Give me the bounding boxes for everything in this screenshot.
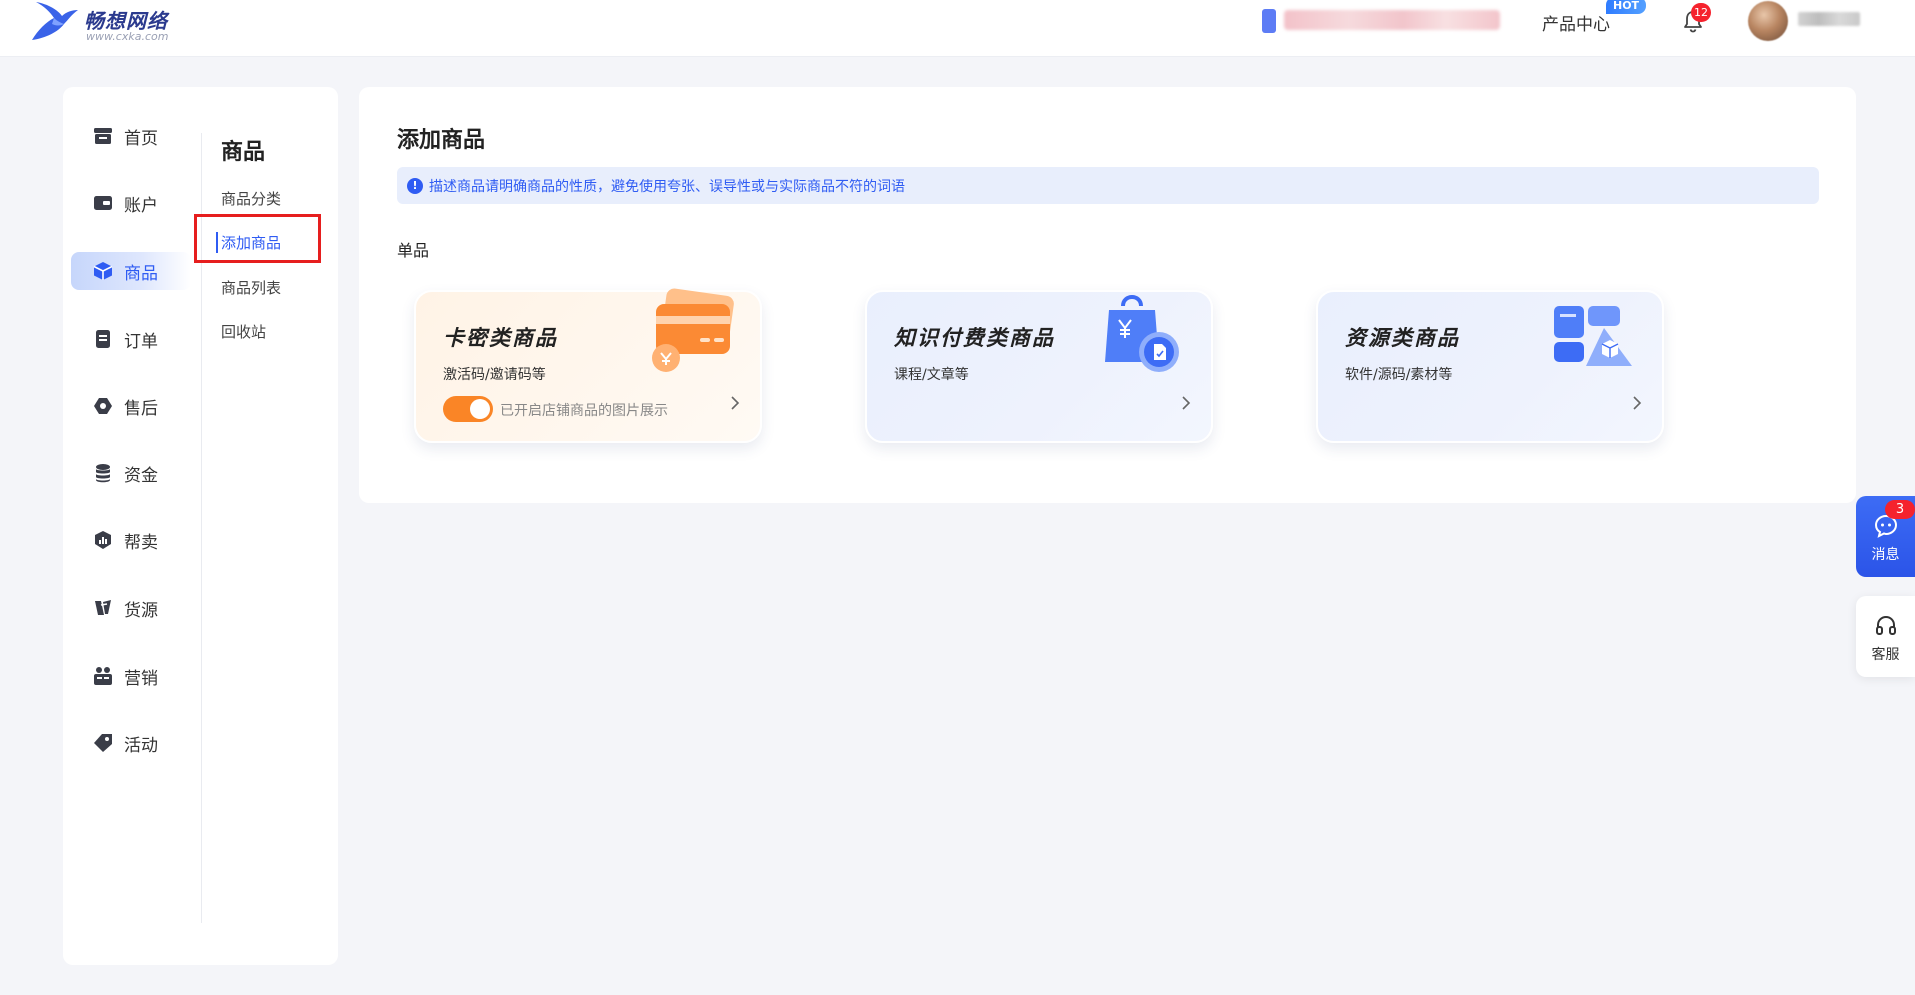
resource-product-card[interactable]: 资源类商品 软件/源码/素材等 — [1316, 290, 1664, 443]
wallet-icon — [92, 192, 114, 214]
after-sales-icon — [92, 395, 114, 417]
left-panel: 首页 账户 商品 订单 售后 资金 帮卖 货源 营销 活动 商品 商品分类 添加… — [63, 87, 338, 965]
store-icon — [92, 125, 114, 147]
page-title: 添加商品 — [397, 128, 486, 153]
sidebar-item-label: 活动 — [124, 735, 158, 756]
sidebar-item-label: 售后 — [124, 398, 158, 419]
subnav-item-recycle-bin[interactable]: 回收站 — [221, 321, 266, 342]
blurred-username[interactable] — [1798, 12, 1860, 26]
product-center-link[interactable]: 产品中心 — [1542, 10, 1610, 35]
sidebar-item-label: 账户 — [124, 195, 158, 216]
sidebar-item-after-sales[interactable]: 售后 — [71, 387, 191, 425]
chevron-right-icon[interactable] — [1179, 396, 1193, 410]
avatar[interactable] — [1748, 1, 1788, 41]
tag-icon — [92, 732, 114, 754]
card-title: 卡密类商品 — [443, 326, 558, 350]
main-content: 添加商品 ! 描述商品请明确商品的性质，避免使用夸张、误导性或与实际商品不符的词… — [359, 87, 1856, 503]
cube-icon — [92, 260, 114, 282]
shield-chart-icon — [92, 529, 114, 551]
chevron-right-icon[interactable] — [1630, 396, 1644, 410]
sidebar-item-label: 资金 — [124, 465, 158, 486]
notification-badge: 12 — [1691, 3, 1711, 22]
shopping-bag-icon — [1105, 295, 1179, 372]
sidebar-item-label: 营销 — [124, 668, 158, 689]
knowledge-product-card[interactable]: 知识付费类商品 课程/文章等 — [865, 290, 1213, 443]
supply-icon — [92, 597, 114, 619]
sidebar-item-label: 首页 — [124, 128, 158, 149]
brand-logo[interactable]: 畅想网络 www.cxka.com — [28, 0, 188, 48]
blurred-account-info[interactable] — [1284, 10, 1500, 30]
notice-text: 描述商品请明确商品的性质，避免使用夸张、误导性或与实际商品不符的词语 — [429, 178, 905, 195]
card-key-product-card[interactable]: 卡密类商品 激活码/邀请码等 已开启店铺商品的图片展示 — [414, 288, 762, 443]
sidebar-item-label: 订单 — [124, 331, 158, 352]
toggle-knob — [470, 399, 490, 419]
subnav-item-product-list[interactable]: 商品列表 — [221, 277, 281, 298]
card-title: 知识付费类商品 — [894, 326, 1055, 350]
subnav-item-category[interactable]: 商品分类 — [221, 188, 281, 209]
chevron-right-icon[interactable] — [728, 396, 742, 410]
message-label: 消息 — [1871, 547, 1900, 563]
image-display-toggle[interactable] — [443, 396, 493, 422]
sidebar-item-products[interactable]: 商品 — [71, 252, 191, 290]
notice-bar: ! 描述商品请明确商品的性质，避免使用夸张、误导性或与实际商品不符的词语 — [397, 167, 1819, 204]
sidebar-item-activity[interactable]: 活动 — [71, 724, 191, 762]
marketing-icon — [92, 665, 114, 687]
resource-blocks-icon — [1554, 306, 1632, 366]
coins-icon — [92, 462, 114, 484]
sidebar-item-label: 帮卖 — [124, 532, 158, 553]
service-label: 客服 — [1871, 647, 1900, 663]
sidebar-item-home[interactable]: 首页 — [71, 117, 191, 155]
phone-icon — [1262, 9, 1276, 33]
info-icon: ! — [407, 177, 423, 194]
card-subtitle: 软件/源码/素材等 — [1345, 367, 1453, 383]
sidebar-item-orders[interactable]: 订单 — [71, 320, 191, 358]
hot-badge: HOT — [1606, 0, 1647, 14]
message-count-badge: 3 — [1885, 500, 1915, 519]
top-header: 畅想网络 www.cxka.com 产品中心 HOT 12 — [0, 0, 1915, 57]
order-icon — [92, 328, 114, 350]
customer-service-float-button[interactable]: 客服 — [1856, 596, 1915, 677]
highlight-box — [194, 214, 321, 263]
sidebar-item-label: 商品 — [124, 263, 158, 284]
sidebar-item-supply[interactable]: 货源 — [71, 589, 191, 627]
brand-url: www.cxka.com — [86, 30, 169, 43]
card-title: 资源类商品 — [1345, 326, 1460, 350]
subnav-title: 商品 — [221, 140, 266, 165]
sidebar-item-account[interactable]: 账户 — [71, 184, 191, 222]
sidebar-item-funds[interactable]: 资金 — [71, 454, 191, 492]
section-label: 单品 — [397, 241, 430, 260]
credit-card-icon — [652, 288, 734, 372]
card-subtitle: 课程/文章等 — [894, 367, 969, 383]
sidebar-item-help-sell[interactable]: 帮卖 — [71, 521, 191, 559]
headset-icon — [1876, 615, 1896, 635]
sidebar-item-label: 货源 — [124, 600, 158, 621]
sidebar-item-marketing[interactable]: 营销 — [71, 657, 191, 695]
bird-logo-icon — [32, 2, 78, 40]
toggle-label: 已开启店铺商品的图片展示 — [500, 403, 668, 419]
card-subtitle: 激活码/邀请码等 — [443, 367, 546, 383]
